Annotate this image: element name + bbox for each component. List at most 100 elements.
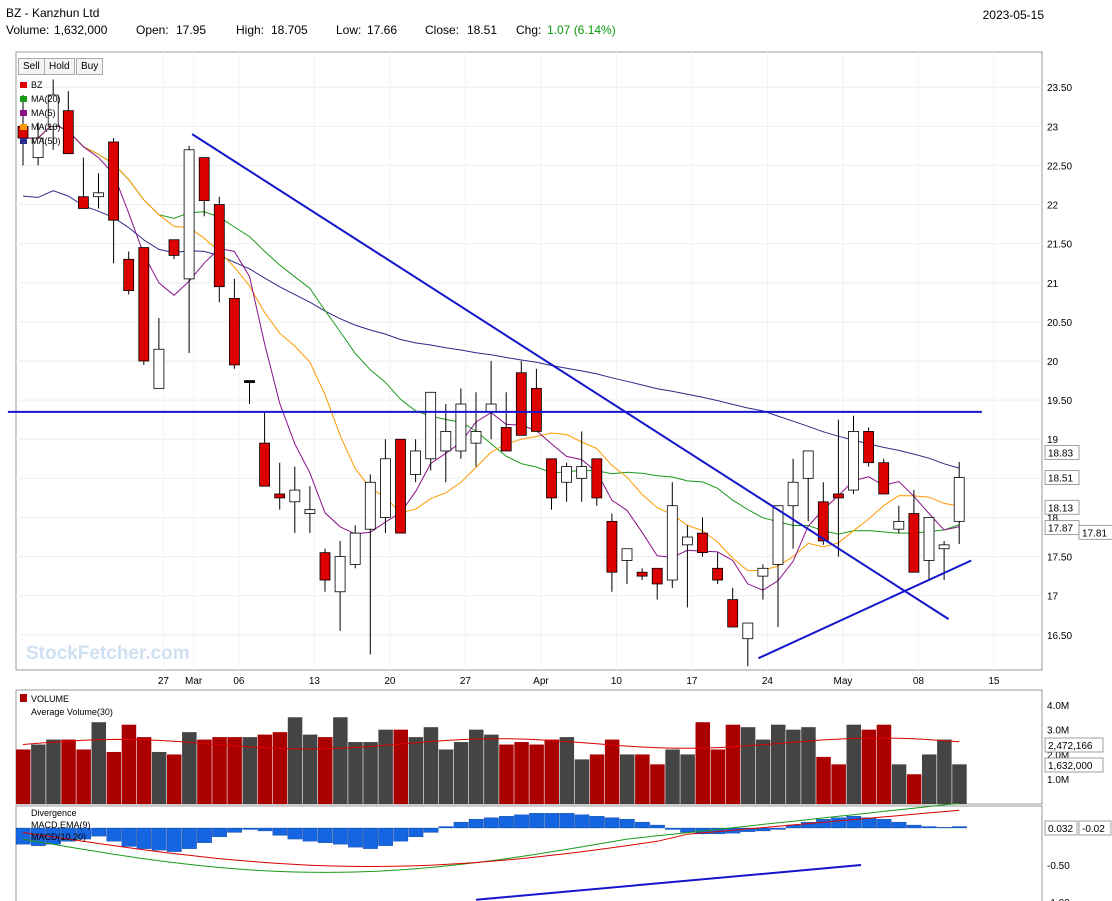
divergence-bar bbox=[166, 827, 182, 852]
candle-body bbox=[485, 403, 497, 413]
time-tick-label: 20 bbox=[384, 676, 396, 687]
volume-bar bbox=[453, 742, 469, 804]
volume-bar bbox=[620, 754, 635, 804]
divergence-bar bbox=[121, 827, 137, 847]
divergence-bar bbox=[544, 813, 560, 829]
candle-body bbox=[500, 427, 512, 452]
hold-button[interactable]: Hold bbox=[44, 58, 75, 75]
candle-body bbox=[636, 571, 648, 577]
time-tick-label: Apr bbox=[533, 676, 549, 687]
candle-body bbox=[727, 599, 739, 628]
candle-body bbox=[772, 505, 784, 565]
volume-bar bbox=[635, 754, 650, 804]
divergence-bar bbox=[348, 827, 363, 848]
divergence-bar bbox=[393, 827, 409, 842]
divergence-bar bbox=[227, 827, 243, 833]
volume-bar bbox=[499, 744, 514, 804]
divergence-bar bbox=[634, 821, 650, 829]
candle-body bbox=[183, 149, 195, 280]
volume-bar bbox=[559, 737, 575, 804]
candle-body bbox=[561, 466, 572, 483]
divergence-legend-entry: MACD,EMA(9) bbox=[31, 820, 91, 830]
candle-body bbox=[817, 501, 829, 542]
candle-body bbox=[531, 387, 542, 432]
time-tick-label: 08 bbox=[913, 676, 925, 687]
divergence-bar bbox=[906, 824, 922, 829]
price-tick-label: 21 bbox=[1047, 279, 1059, 290]
divergence-bar bbox=[619, 818, 635, 829]
price-tick-label: 22 bbox=[1047, 201, 1059, 212]
volume-bar bbox=[922, 754, 937, 804]
volume-bar bbox=[831, 764, 846, 804]
volume-bar bbox=[151, 751, 167, 804]
candle-body bbox=[440, 431, 452, 452]
last-value-label: 18.51 bbox=[1048, 474, 1073, 485]
volume-bar bbox=[16, 749, 31, 804]
volume-bar bbox=[61, 739, 76, 804]
volume-bar bbox=[106, 751, 122, 804]
time-tick-label: May bbox=[833, 676, 852, 687]
buy-button[interactable]: Buy bbox=[76, 58, 104, 75]
volume-bar bbox=[76, 749, 91, 804]
last-value-label: 18.13 bbox=[1048, 503, 1073, 514]
divergence-bar bbox=[181, 827, 197, 849]
divergence-bar bbox=[453, 821, 469, 829]
volume-bar bbox=[363, 742, 378, 804]
divergence-legend-entry: MACD(10,20) bbox=[31, 832, 86, 842]
divergence-legend-entry: Divergence bbox=[31, 808, 77, 818]
divergence-bar bbox=[876, 818, 892, 829]
volume-bar bbox=[725, 724, 741, 804]
volume-bar bbox=[46, 739, 61, 804]
candle-body bbox=[697, 532, 708, 554]
divergence-bar bbox=[257, 827, 273, 832]
volume-bar bbox=[197, 739, 212, 804]
volume-bar bbox=[469, 729, 484, 804]
volume-bar bbox=[650, 764, 665, 804]
divergence-bar bbox=[589, 816, 605, 829]
volume-legend-entry: VOLUME bbox=[31, 694, 69, 704]
candle-body bbox=[395, 438, 406, 534]
time-tick-label: 27 bbox=[460, 676, 472, 687]
candle-body bbox=[833, 493, 844, 499]
volume-bar bbox=[227, 737, 242, 804]
last-value-label: 18.83 bbox=[1048, 449, 1073, 460]
volume-bar bbox=[771, 724, 786, 804]
volume-bar bbox=[121, 724, 137, 804]
time-tick-label: 13 bbox=[309, 676, 321, 687]
volume-bar bbox=[136, 737, 152, 804]
candle-body bbox=[893, 520, 905, 530]
candle-body bbox=[289, 489, 301, 503]
volume-bar bbox=[378, 729, 393, 804]
divergence-bar bbox=[574, 814, 590, 829]
volume-bar bbox=[695, 722, 710, 804]
volume-bar bbox=[710, 749, 726, 804]
candle-body bbox=[621, 548, 633, 561]
time-tick-label: 27 bbox=[158, 676, 170, 687]
volume-last-label: 1,632,000 bbox=[1048, 761, 1093, 772]
candle-body bbox=[682, 536, 693, 546]
legend-entry: BZ bbox=[31, 80, 43, 90]
divergence-bar bbox=[816, 818, 831, 829]
divergence-bar bbox=[408, 827, 424, 838]
volume-bar bbox=[952, 764, 967, 804]
divergence-bar bbox=[423, 827, 439, 833]
divergence-bar bbox=[861, 817, 877, 829]
divergence-bar bbox=[483, 817, 499, 829]
volume-bar bbox=[167, 754, 182, 804]
divergence-bar bbox=[499, 816, 514, 829]
divergence-bar bbox=[363, 827, 378, 849]
sell-button[interactable]: Sell bbox=[18, 58, 45, 75]
divergence-bar bbox=[242, 827, 258, 830]
candle-body bbox=[802, 450, 814, 479]
divergence-bar bbox=[378, 827, 394, 846]
time-tick-label: Mar bbox=[185, 676, 203, 687]
candle-body bbox=[379, 458, 391, 518]
price-tick-label: 23.50 bbox=[1047, 83, 1072, 94]
volume-bar bbox=[906, 774, 922, 804]
legend-entry: MA(20) bbox=[31, 94, 61, 104]
volume-legend-entry: Average Volume(30) bbox=[31, 707, 113, 717]
candle-body bbox=[606, 520, 618, 573]
candle-body bbox=[953, 477, 965, 522]
volume-bar bbox=[423, 727, 439, 804]
candle-body bbox=[198, 157, 210, 202]
